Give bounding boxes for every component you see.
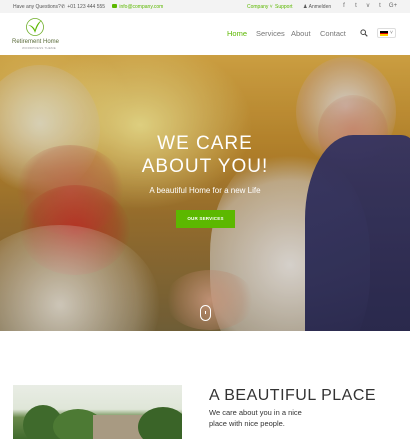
login-link[interactable]: ♟ Anmelden bbox=[303, 4, 331, 10]
search-icon[interactable] bbox=[360, 29, 368, 37]
email-contact[interactable]: info@company.com bbox=[112, 4, 163, 10]
nav-item-contact[interactable]: Contact bbox=[320, 29, 346, 38]
house-shape bbox=[93, 415, 143, 439]
logo-title: Retirement Home bbox=[12, 39, 60, 45]
nav-item-services[interactable]: Services bbox=[256, 29, 285, 38]
company-link[interactable]: Company ˅ bbox=[247, 4, 273, 10]
mouse-scroll-icon[interactable] bbox=[200, 305, 211, 321]
user-icon: ♟ bbox=[303, 3, 308, 10]
company-link-label: Company bbox=[247, 3, 269, 10]
email-address: info@company.com bbox=[119, 3, 164, 10]
section-text: We care about you in a nice place with n… bbox=[209, 408, 302, 428]
section-title: A BEAUTIFUL PLACE bbox=[209, 387, 377, 404]
leaf-logo-icon[interactable] bbox=[25, 17, 45, 37]
nav-item-home[interactable]: Home bbox=[227, 29, 247, 38]
google-plus-icon[interactable]: G+ bbox=[388, 2, 398, 10]
tumblr-icon[interactable]: t bbox=[376, 2, 384, 10]
mail-icon bbox=[112, 4, 117, 9]
login-label: Anmelden bbox=[308, 3, 332, 10]
hero-banner: WE CARE ABOUT YOU! A beautiful Home for … bbox=[0, 55, 410, 331]
questions-label: Have any Questions? bbox=[13, 3, 61, 10]
chevron-down-icon: ˅ bbox=[268, 3, 273, 10]
german-flag-icon bbox=[380, 31, 388, 36]
phone-icon: ✆ bbox=[61, 3, 66, 10]
our-services-button[interactable]: OUR SERVICES bbox=[176, 210, 235, 228]
site-header: Retirement Home WORDPRESS THEME Home Ser… bbox=[0, 13, 410, 55]
vimeo-icon[interactable]: v bbox=[364, 2, 372, 10]
facebook-icon[interactable]: f bbox=[340, 2, 348, 10]
building-image bbox=[13, 385, 182, 439]
tree-shape bbox=[138, 407, 182, 439]
nav-item-about[interactable]: About bbox=[291, 29, 311, 38]
support-link[interactable]: Support bbox=[275, 4, 293, 10]
phone-contact[interactable]: ✆ +01 123 444 555 bbox=[61, 4, 105, 10]
phone-number: +01 123 444 555 bbox=[67, 3, 106, 10]
hero-subtitle: A beautiful Home for a new Life bbox=[149, 186, 261, 195]
hero-title-line2: ABOUT YOU! bbox=[141, 156, 269, 177]
language-selector[interactable]: ˅ bbox=[377, 28, 396, 38]
chevron-down-icon: ˅ bbox=[390, 30, 393, 36]
logo-subtitle: WORDPRESS THEME bbox=[22, 46, 56, 50]
top-bar: Have any Questions? ✆ +01 123 444 555 in… bbox=[0, 0, 410, 13]
twitter-icon[interactable]: t bbox=[352, 2, 360, 10]
hero-title-line1: WE CARE bbox=[157, 133, 253, 154]
